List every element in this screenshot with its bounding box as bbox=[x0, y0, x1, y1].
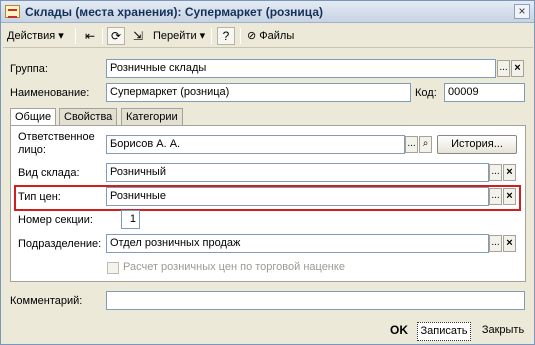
retail-markup-checkbox[interactable] bbox=[107, 262, 119, 274]
paperclip-icon: ⊘ bbox=[247, 30, 257, 42]
name-label: Наименование: bbox=[10, 87, 90, 99]
window-close-button[interactable]: × bbox=[514, 4, 530, 19]
search-icon[interactable]: ⌕ bbox=[419, 136, 432, 153]
toolbar-divider bbox=[240, 28, 241, 44]
section-number-label: Номер секции: bbox=[18, 214, 93, 226]
comment-label: Комментарий: bbox=[10, 295, 83, 307]
warehouse-type-clear-button[interactable]: × bbox=[503, 164, 516, 181]
tab-properties[interactable]: Свойства bbox=[59, 108, 118, 125]
responsible-label-line2: лицо: bbox=[18, 144, 46, 156]
toolbar-divider bbox=[102, 28, 103, 44]
actions-menu-button[interactable]: Действия ▾ bbox=[7, 27, 64, 45]
code-field[interactable]: 00009 bbox=[444, 83, 525, 102]
section-number-field[interactable]: 1 bbox=[121, 210, 140, 229]
navigate-icon[interactable]: ⇲ bbox=[129, 27, 147, 45]
title-bar[interactable]: Склады (места хранения): Супермаркет (ро… bbox=[1, 1, 534, 23]
warehouse-type-label: Вид склада: bbox=[18, 167, 80, 179]
responsible-label-line1: Ответственное bbox=[18, 131, 95, 143]
ok-button[interactable]: OK bbox=[386, 322, 412, 341]
history-button[interactable]: История... bbox=[437, 135, 517, 154]
refresh-icon[interactable]: ⟳ bbox=[107, 27, 125, 45]
goto-menu-button[interactable]: Перейти ▾ bbox=[153, 27, 205, 45]
warehouse-icon bbox=[5, 5, 20, 18]
code-label: Код: bbox=[415, 87, 437, 99]
toolbar-divider bbox=[75, 28, 76, 44]
department-label: Подразделение: bbox=[18, 238, 102, 250]
price-type-select-button[interactable]: ... bbox=[489, 188, 502, 205]
window-title: Склады (места хранения): Супермаркет (ро… bbox=[25, 5, 323, 19]
department-select-button[interactable]: ... bbox=[489, 235, 502, 252]
toolbar-divider bbox=[211, 28, 212, 44]
files-button[interactable]: ⊘ Файлы bbox=[247, 27, 294, 45]
group-select-button[interactable]: ... bbox=[497, 60, 510, 77]
responsible-select-button[interactable]: ... bbox=[405, 136, 418, 153]
warehouse-type-field[interactable]: Розничный bbox=[106, 163, 489, 182]
files-label: Файлы bbox=[259, 30, 295, 42]
save-button[interactable]: Записать bbox=[417, 322, 471, 341]
chevron-down-icon: ▾ bbox=[199, 30, 206, 42]
group-field[interactable]: Розничные склады bbox=[106, 59, 496, 78]
close-button[interactable]: Закрыть bbox=[477, 322, 529, 341]
help-icon[interactable]: ? bbox=[217, 27, 235, 45]
tab-general[interactable]: Общие bbox=[10, 108, 57, 126]
department-field[interactable]: Отдел розничных продаж bbox=[106, 234, 489, 253]
responsible-field[interactable]: Борисов А. А. bbox=[106, 135, 405, 154]
price-type-label: Тип цен: bbox=[18, 191, 61, 203]
group-clear-button[interactable]: × bbox=[511, 60, 524, 77]
tab-categories[interactable]: Категории bbox=[121, 108, 183, 125]
group-label: Группа: bbox=[10, 63, 48, 75]
go-back-icon[interactable]: ⇤ bbox=[81, 27, 99, 45]
price-type-field[interactable]: Розничные bbox=[106, 187, 489, 206]
comment-field[interactable] bbox=[106, 291, 525, 310]
retail-markup-label: Расчет розничных цен по торговой наценке bbox=[123, 261, 345, 273]
department-clear-button[interactable]: × bbox=[503, 235, 516, 252]
chevron-down-icon: ▾ bbox=[58, 30, 64, 42]
price-type-clear-button[interactable]: × bbox=[503, 188, 516, 205]
goto-menu-label: Перейти bbox=[153, 30, 197, 42]
toolbar: Действия ▾ ⇤ ⟳ ⇲ Перейти ▾ ? ⊘ Файлы bbox=[3, 24, 533, 48]
dialog-window: Склады (места хранения): Супермаркет (ро… bbox=[0, 0, 535, 345]
name-field[interactable]: Супермаркет (розница) bbox=[106, 83, 411, 102]
actions-menu-label: Действия bbox=[7, 30, 56, 42]
warehouse-type-select-button[interactable]: ... bbox=[489, 164, 502, 181]
